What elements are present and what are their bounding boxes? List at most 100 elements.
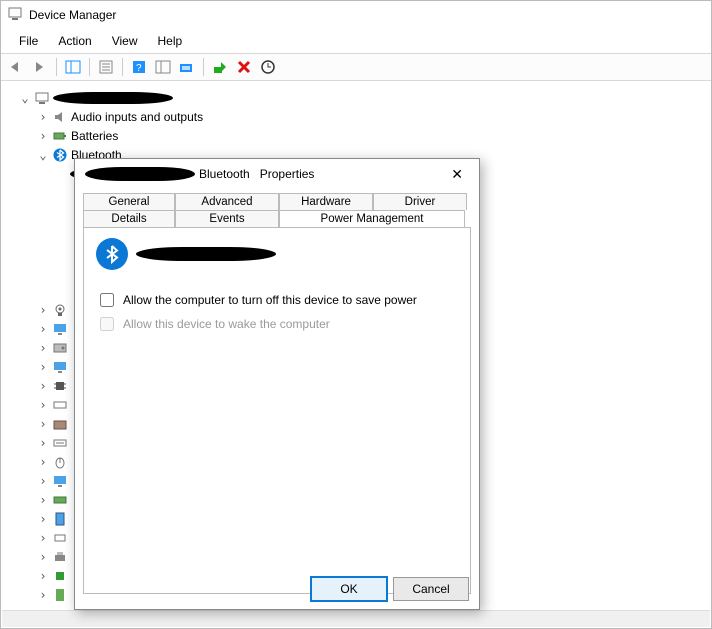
tree-root[interactable]: ⌄ <box>19 89 705 107</box>
tree-item-cameras[interactable]: › <box>37 301 68 319</box>
tree-item-keyboards[interactable]: › <box>37 434 68 452</box>
expand-icon[interactable]: › <box>37 129 49 143</box>
tree-item-firmware[interactable]: › <box>37 377 68 395</box>
dialog-titlebar: Bluetooth Properties ✕ <box>75 159 479 189</box>
tree-item-portable[interactable]: › <box>37 510 68 528</box>
disk-icon <box>52 340 68 356</box>
svg-text:?: ? <box>136 63 142 74</box>
collapse-icon[interactable]: ⌄ <box>19 91 31 105</box>
tree-item-audio[interactable]: › Audio inputs and outputs <box>37 108 705 126</box>
option-label: Allow the computer to turn off this devi… <box>123 293 417 307</box>
expand-icon[interactable]: › <box>37 417 49 431</box>
tab-power-management[interactable]: Power Management <box>279 210 465 227</box>
tab-details[interactable]: Details <box>83 210 175 227</box>
menu-file[interactable]: File <box>9 31 48 51</box>
mouse-icon <box>52 454 68 470</box>
enable-device-button[interactable] <box>209 56 231 78</box>
expand-icon[interactable]: › <box>37 341 49 355</box>
imaging-icon <box>52 416 68 432</box>
expand-icon[interactable]: › <box>37 588 49 602</box>
expand-icon[interactable]: › <box>37 550 49 564</box>
tree-item-label: Batteries <box>71 129 118 143</box>
forward-button[interactable] <box>29 56 51 78</box>
tree-item-computer[interactable]: › <box>37 320 68 338</box>
option-allow-turn-off[interactable]: Allow the computer to turn off this devi… <box>96 290 458 310</box>
tree-item-security[interactable]: › <box>37 586 68 604</box>
horizontal-scrollbar[interactable] <box>2 610 710 627</box>
scan-icon[interactable] <box>152 56 174 78</box>
tree-item-disk[interactable]: › <box>37 339 68 357</box>
expand-icon[interactable]: › <box>37 569 49 583</box>
expand-icon[interactable]: › <box>37 512 49 526</box>
camera-icon <box>52 302 68 318</box>
expand-icon[interactable]: › <box>37 303 49 317</box>
expand-icon[interactable]: › <box>37 455 49 469</box>
bluetooth-icon <box>96 238 128 270</box>
dialog-title-suffix: Properties <box>260 167 446 181</box>
toolbar-separator <box>56 58 57 76</box>
ok-button[interactable]: OK <box>311 577 387 601</box>
toolbar-separator <box>203 58 204 76</box>
update-driver-button[interactable] <box>176 56 198 78</box>
tab-advanced[interactable]: Advanced <box>175 193 279 210</box>
hid-icon <box>52 397 68 413</box>
uninstall-device-button[interactable] <box>233 56 255 78</box>
checkbox-allow-wake <box>100 317 114 331</box>
menu-action[interactable]: Action <box>48 31 101 51</box>
expand-icon[interactable]: › <box>37 398 49 412</box>
tree-item-network[interactable]: › <box>37 491 68 509</box>
window-title: Device Manager <box>29 8 116 22</box>
checkbox-allow-turn-off[interactable] <box>100 293 114 307</box>
titlebar: Device Manager <box>1 1 711 29</box>
computer-icon <box>34 90 50 106</box>
menu-view[interactable]: View <box>102 31 148 51</box>
expand-icon[interactable]: › <box>37 436 49 450</box>
expand-icon[interactable]: › <box>37 110 49 124</box>
tree-item-processors[interactable]: › <box>37 567 68 585</box>
expand-icon[interactable]: › <box>37 493 49 507</box>
security-icon <box>52 587 68 603</box>
expand-icon[interactable]: › <box>37 379 49 393</box>
expand-icon[interactable]: › <box>37 474 49 488</box>
dialog-buttons: OK Cancel <box>311 577 469 601</box>
collapse-icon[interactable]: ⌄ <box>37 148 49 162</box>
properties-button[interactable] <box>95 56 117 78</box>
cancel-button[interactable]: Cancel <box>393 577 469 601</box>
tabs-row-2: Details Events Power Management <box>83 210 471 227</box>
tree-collapsed-items: › › › › › › › › › › › › › › › › › <box>37 301 68 624</box>
tree-item-batteries[interactable]: › Batteries <box>37 127 705 145</box>
tab-page-power: Allow the computer to turn off this devi… <box>83 227 471 594</box>
tabs-row-1: General Advanced Hardware Driver <box>83 193 471 210</box>
expand-icon[interactable]: › <box>37 322 49 336</box>
monitor-icon <box>52 321 68 337</box>
tree-item-mice[interactable]: › <box>37 453 68 471</box>
tab-driver[interactable]: Driver <box>373 193 467 210</box>
display-adapter-icon <box>52 359 68 375</box>
tab-events[interactable]: Events <box>175 210 279 227</box>
tree-item-monitors[interactable]: › <box>37 472 68 490</box>
toolbar: ? <box>1 53 711 81</box>
show-hide-tree-button[interactable] <box>62 56 84 78</box>
tree-item-imaging[interactable]: › <box>37 415 68 433</box>
portable-icon <box>52 511 68 527</box>
tree-item-print[interactable]: › <box>37 548 68 566</box>
processor-icon <box>52 568 68 584</box>
tree-item-hid[interactable]: › <box>37 396 68 414</box>
expand-icon[interactable]: › <box>37 531 49 545</box>
close-button[interactable]: ✕ <box>445 166 469 183</box>
device-manager-icon <box>7 6 23 25</box>
scan-hardware-button[interactable] <box>257 56 279 78</box>
keyboard-icon <box>52 435 68 451</box>
menu-bar: File Action View Help <box>1 29 711 53</box>
tab-general[interactable]: General <box>83 193 175 210</box>
tree-item-label: Audio inputs and outputs <box>71 110 203 124</box>
menu-help[interactable]: Help <box>148 31 193 51</box>
monitor-icon <box>52 473 68 489</box>
tree-item-ports[interactable]: › <box>37 529 68 547</box>
printer-icon <box>52 549 68 565</box>
tree-item-display[interactable]: › <box>37 358 68 376</box>
expand-icon[interactable]: › <box>37 360 49 374</box>
tab-hardware[interactable]: Hardware <box>279 193 373 210</box>
help-button[interactable]: ? <box>128 56 150 78</box>
back-button[interactable] <box>5 56 27 78</box>
